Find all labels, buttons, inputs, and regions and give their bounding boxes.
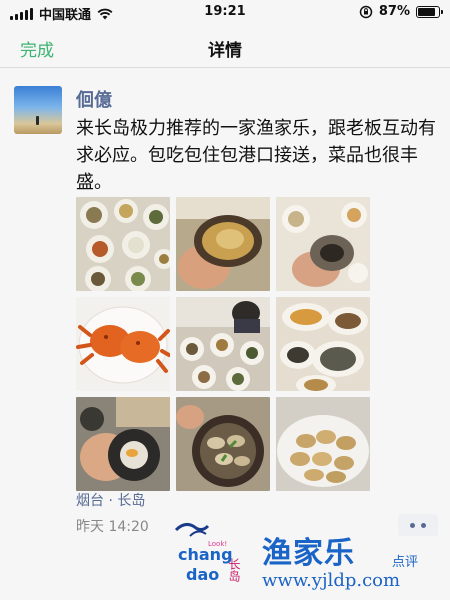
photo-gallery [76, 197, 372, 491]
battery-percent: 87% [378, 4, 410, 19]
more-actions-button[interactable] [398, 514, 438, 536]
changdao-logo: chang dao Look! 长岛 [172, 514, 262, 590]
watermark-brand: 渔家乐 [262, 536, 355, 571]
post-text: 来长岛极力推荐的一家渔家乐，跟老板互动有求必应。包吃包住包港口接送，菜品也很丰盛… [76, 118, 436, 193]
post-location[interactable]: 烟台 · 长岛 [76, 490, 145, 510]
rotation-lock-icon [359, 5, 373, 18]
photo-abalone-in-hand[interactable] [176, 197, 270, 291]
photo-sea-urchin[interactable] [76, 397, 170, 491]
photo-dinner-table-people[interactable] [176, 297, 270, 391]
photo-seafood-table-1[interactable] [76, 197, 170, 291]
page-title: 详情 [208, 41, 242, 61]
avatar-person-figure [36, 116, 39, 125]
battery-icon [416, 5, 443, 18]
photo-red-crabs[interactable] [76, 297, 170, 391]
photo-clams-bowl[interactable] [176, 397, 270, 491]
watermark-url: www.yjldp.com [262, 570, 401, 591]
logo-text-look: Look! [208, 540, 227, 548]
nav-bar: 完成 详情 [0, 24, 450, 68]
status-bar: 中国联通 19:21 87% [0, 0, 450, 24]
logo-text-dao: dao [186, 565, 219, 584]
logo-text-cn: 长岛 [227, 558, 241, 583]
post-time: 昨天 14:20 [76, 519, 149, 535]
photo-conch-in-hand[interactable] [276, 197, 370, 291]
photo-seafood-dishes[interactable] [276, 297, 370, 391]
photo-razor-clams-plate[interactable] [276, 397, 370, 491]
watermark-brand-sub: 点评 [392, 555, 419, 570]
avatar[interactable] [14, 86, 62, 134]
author-name[interactable]: 佪億 [76, 86, 112, 112]
